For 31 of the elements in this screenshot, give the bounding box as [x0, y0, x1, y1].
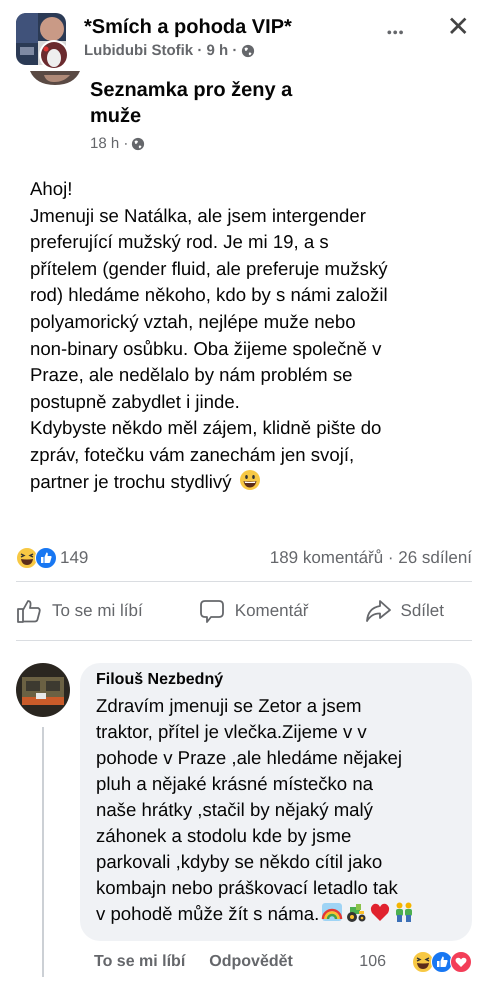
heart-reaction-icon: [450, 951, 472, 974]
comment-reaction-count[interactable]: 106: [359, 953, 386, 972]
rainbow-icon: [321, 901, 344, 924]
share-arrow-icon: [364, 598, 390, 624]
more-button[interactable]: •••: [382, 18, 409, 46]
comment-action-button[interactable]: Komentář: [198, 598, 308, 624]
laughing-face-icon: [412, 951, 434, 974]
comments-shares-count[interactable]: 189 komentářů · 26 sdílení: [270, 548, 472, 568]
share-action-button[interactable]: Sdílet: [364, 598, 444, 624]
close-button[interactable]: ✕: [442, 10, 474, 43]
comment-author[interactable]: Filouš Nezbedný: [96, 671, 460, 690]
grinning-face-icon: [238, 468, 261, 491]
thumbs-up-icon: [16, 598, 42, 624]
post-time: 18 h ·: [90, 135, 128, 152]
post-title[interactable]: Seznamka pro ženy a muže: [90, 77, 292, 129]
thumbs-up-icon: [431, 951, 453, 974]
post-body: Ahoj! Jmenuji se Natálka, ale jsem intergender preferující mužský rod. Je mi 19, a s přítelem (gender fluid, ale preferuje mužský rod) hledáme někoho, kdo by s námi založil polyamorický vztah, nejlépe muže nebo non-binary osůbku. Oba žijeme společně v Praze, ale nedělalo by nám problém se postupně zabydlet i jinde. Kdybyste někdo měl zájem, klidně pište do zpráv, fotečku vám zanechám jen svojí, partner je trochu stydlivý: [30, 177, 389, 494]
laughing-face-icon: [16, 547, 38, 570]
globe-icon: [131, 136, 146, 150]
globe-icon: [241, 44, 256, 58]
like-link[interactable]: To se mi líbí: [94, 953, 186, 972]
comment-text: Zdravím jmenuji se Zetor a jsem traktor, přítel je vlečka.Zijeme v v pohode v Praze ,ale hledáme nějakej pluh a nějaké krásné místečko na naše hrátky ,stačil by nějaký malý záhonek a stodolu kde by jsme parkovali ,kdyby se někdo cítil jako kombajn nebo práškovací letadlo tak v pohodě může žít s náma.: [96, 693, 460, 928]
speech-bubble-icon: [198, 598, 225, 624]
reaction-count[interactable]: 149: [60, 548, 88, 568]
heart-icon: [369, 901, 392, 924]
reply-link[interactable]: Odpovědět: [209, 953, 293, 972]
tractor-icon: [345, 901, 368, 924]
group-name[interactable]: *Smích a pohoda VIP*: [84, 16, 371, 39]
thumbs-up-icon: [35, 547, 57, 570]
like-action-button[interactable]: To se mi líbí: [16, 598, 143, 624]
post-meta: Lubidubi Stofik · 9 h ·: [84, 42, 238, 59]
